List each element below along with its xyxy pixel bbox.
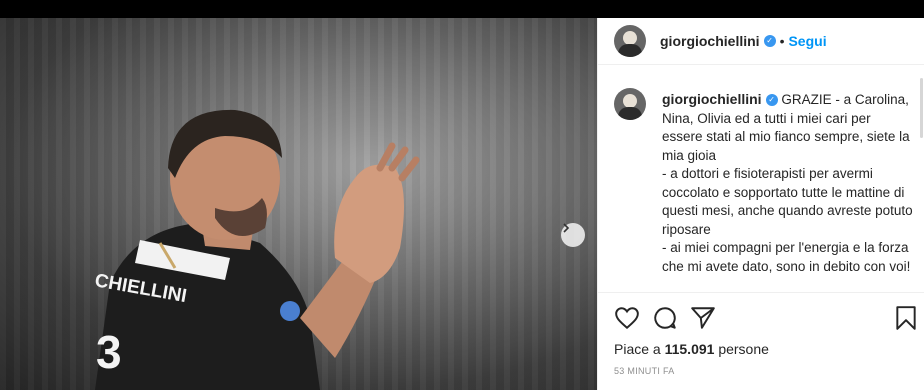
post-photo[interactable]: 3 CHIELLINI (0, 18, 597, 390)
post-actions: Piace a 115.091 persone 53 minuti fa (598, 292, 924, 391)
likes-count[interactable]: Piace a 115.091 persone (614, 341, 769, 357)
comment-icon (654, 307, 676, 329)
post-side-panel: giorgiochiellini ✓ • Segui giorgiochiell… (597, 18, 924, 390)
share-icon (691, 307, 715, 329)
likes-prefix: Piace a (614, 341, 665, 357)
top-bar (0, 0, 924, 18)
heart-icon (615, 307, 639, 330)
likes-number: 115.091 (664, 341, 715, 357)
caption-author-avatar[interactable] (614, 88, 646, 120)
author-avatar[interactable] (614, 25, 646, 57)
chevron-right-icon (563, 223, 570, 233)
like-button[interactable] (614, 305, 640, 331)
next-photo-button[interactable] (561, 223, 585, 247)
sleeve-badge (280, 301, 300, 321)
caption-scrollbar[interactable] (920, 78, 923, 138)
verified-badge-icon: ✓ (763, 35, 776, 47)
author-username[interactable]: giorgiochiellini (660, 33, 760, 49)
follow-button[interactable]: Segui (788, 33, 826, 49)
caption-area: giorgiochiellini ✓ GRAZIE - a Carolina, N… (614, 84, 914, 292)
separator-dot: • (779, 33, 785, 49)
caption: giorgiochiellini ✓ GRAZIE - a Carolina, N… (662, 90, 914, 276)
caption-text: GRAZIE - a Carolina, Nina, Olivia ed a t… (662, 92, 913, 274)
bookmark-icon (896, 306, 916, 330)
player-illustration: 3 CHIELLINI (93, 109, 420, 390)
comment-button[interactable] (652, 305, 678, 331)
post-header: giorgiochiellini ✓ • Segui (598, 18, 924, 65)
jersey-number: 3 (96, 326, 122, 378)
save-button[interactable] (894, 305, 920, 331)
post-timestamp[interactable]: 53 minuti fa (614, 366, 675, 376)
verified-badge-icon: ✓ (765, 94, 778, 107)
share-button[interactable] (690, 305, 716, 331)
caption-username[interactable]: giorgiochiellini (662, 91, 762, 107)
likes-suffix: persone (714, 341, 769, 357)
